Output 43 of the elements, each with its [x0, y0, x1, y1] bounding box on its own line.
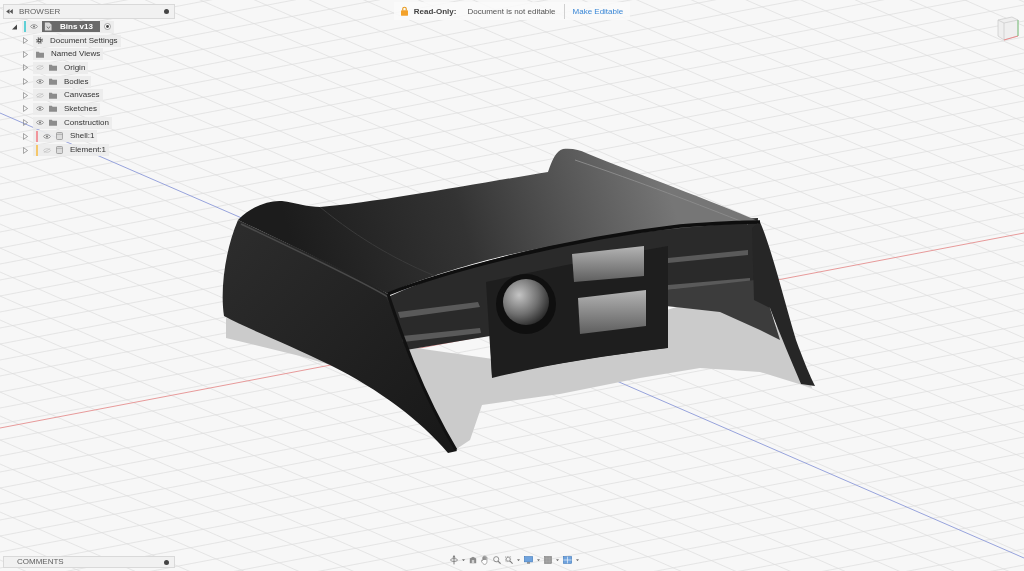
document-icon [44, 22, 52, 32]
panel-title: COMMENTS [17, 558, 65, 566]
tree-item[interactable]: Element:1 [33, 144, 110, 157]
gear-icon [36, 37, 43, 45]
tree-item-label[interactable]: Sketches [64, 104, 97, 113]
zoom-window-icon[interactable] [504, 556, 513, 564]
make-editable-link[interactable]: Make Editable [572, 6, 624, 16]
eye-icon[interactable] [36, 106, 44, 112]
panel-title: BROWSER [19, 7, 62, 16]
hand-icon[interactable] [480, 555, 489, 565]
tree-item-label[interactable]: Document Settings [50, 36, 118, 45]
dot-icon[interactable] [164, 9, 169, 14]
tree-item-label[interactable]: Bodies [64, 77, 89, 86]
viewports-icon[interactable] [562, 556, 572, 564]
component-icon [56, 132, 63, 141]
display-icon[interactable] [523, 556, 533, 564]
tree-item-label[interactable]: Named Views [51, 50, 101, 59]
house-icon[interactable] [468, 556, 477, 564]
active-label[interactable]: Bins v13 [42, 21, 100, 33]
eye-icon[interactable] [36, 120, 44, 126]
tree-item-label[interactable]: Origin [64, 63, 86, 72]
read-only-label: Read-Only: [413, 6, 457, 16]
caret-icon[interactable] [12, 23, 17, 31]
tree-item[interactable]: Named Views [33, 48, 104, 61]
dot-icon[interactable] [164, 559, 169, 565]
read-only-message: Document is not editable [467, 6, 556, 16]
eye-icon[interactable] [36, 79, 44, 85]
tree-item-label[interactable]: Construction [64, 118, 109, 127]
eye-icon[interactable] [43, 133, 51, 139]
target-icon[interactable] [103, 23, 111, 31]
zoom-icon[interactable] [492, 556, 501, 564]
eye-icon[interactable] [30, 24, 38, 30]
tree-item-label[interactable]: Canvases [64, 91, 100, 100]
tree-item-label[interactable]: Element:1 [70, 146, 107, 155]
tree-item-label[interactable]: Bins v13 [60, 22, 93, 31]
lock-icon [400, 6, 408, 16]
component-icon [56, 146, 63, 155]
collapse-icon[interactable] [6, 9, 13, 14]
tree-item[interactable]: Shell:1 [33, 130, 98, 143]
grid-icon[interactable] [543, 556, 552, 564]
tree-item-label[interactable]: Shell:1 [70, 132, 95, 141]
tree-item[interactable]: Canvases [33, 89, 103, 102]
orbit-icon[interactable] [449, 555, 458, 565]
